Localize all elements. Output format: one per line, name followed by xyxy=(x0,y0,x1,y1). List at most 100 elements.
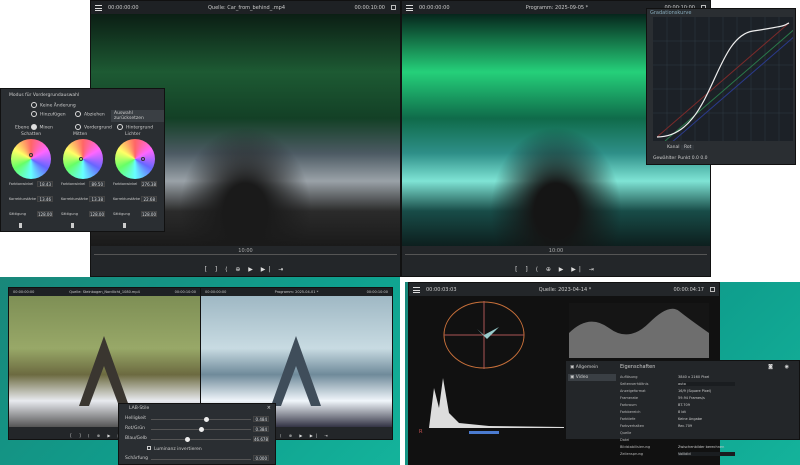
monitor-title: Quelle: 2023-04-14 * xyxy=(538,286,592,293)
wheel-handle[interactable] xyxy=(141,157,145,161)
channel-select[interactable]: Rot xyxy=(680,145,695,150)
source-monitor-header: 00:00:00:00 Quelle: Car_from_behind_.mp4… xyxy=(91,1,400,14)
strength-value[interactable]: 22.68 xyxy=(141,196,157,202)
histogram xyxy=(429,378,564,428)
color-wheel[interactable] xyxy=(115,139,155,179)
hue-value[interactable]: 276.38 xyxy=(141,181,157,187)
radio-add[interactable] xyxy=(31,111,37,117)
timecode-start: 00:00:00:00 xyxy=(108,4,139,11)
slider-value[interactable]: 46.678 xyxy=(253,436,269,442)
property-name: Farbraum xyxy=(620,402,637,407)
option-label: Hinzufügen xyxy=(40,112,66,118)
radio-no-change[interactable] xyxy=(31,102,37,108)
close-icon[interactable]: × xyxy=(267,405,271,411)
strength-value[interactable]: 13.46 xyxy=(37,196,53,202)
invert-checkbox[interactable] xyxy=(147,446,151,450)
color-wheels-panel: Modus für Vordergrundauswahl Keine Änder… xyxy=(0,88,165,232)
saturation-slider-handle[interactable] xyxy=(19,223,22,228)
hue-label: Farbtonwinkel xyxy=(9,182,34,186)
radio-foreground[interactable] xyxy=(75,124,81,130)
reset-selection-button[interactable]: Auswahl zurücksetzen xyxy=(111,110,164,122)
property-row: Farbraum BT.709 xyxy=(620,401,735,408)
wheel-handle[interactable] xyxy=(29,153,33,157)
checkbox-label: Luminanz invertieren xyxy=(154,447,202,452)
point-label: Gewählter Punkt xyxy=(653,156,691,161)
slider-value[interactable]: 0.484 xyxy=(253,416,269,422)
property-name: Farbverhalten xyxy=(620,423,645,428)
property-name: Bildstabilisierung xyxy=(620,444,651,449)
sharpen-slider[interactable] xyxy=(151,459,251,460)
strength-label: Korrekturstärke xyxy=(61,197,89,201)
timecode-end: 00:00:10:00 xyxy=(174,290,196,294)
saturation-value[interactable]: 128.00 xyxy=(37,211,53,217)
camera-icon[interactable]: ◙ xyxy=(768,364,773,370)
property-value: 16/9 (Square Pixel) xyxy=(678,388,712,393)
hue-label: Farbtonwinkel xyxy=(61,182,86,186)
point-y-input[interactable]: 0.0 xyxy=(700,156,707,161)
radio-mix[interactable] xyxy=(30,124,37,130)
maximize-icon[interactable] xyxy=(391,5,396,10)
maximize-icon[interactable] xyxy=(710,287,715,292)
monitor-title: Programm: 2025-09-05 * xyxy=(525,4,589,11)
strength-value[interactable]: 13.38 xyxy=(89,196,105,202)
range-option: Mixen xyxy=(39,125,53,131)
eye-icon[interactable]: ◉ xyxy=(785,364,789,370)
property-value[interactable]: auto xyxy=(678,381,735,386)
color-wheel[interactable] xyxy=(63,139,103,179)
scope-label: R xyxy=(419,429,423,435)
property-value[interactable]: Zwischenbilder berechnen xyxy=(678,445,724,449)
tab-general[interactable]: ▣ Allgemein xyxy=(570,365,616,370)
wheel-title: Schatten xyxy=(21,132,42,137)
monitor-title: Programm: 2025-04-01 * xyxy=(274,290,319,294)
property-row: Farbbereich 8 bit xyxy=(620,408,735,415)
lab-slider[interactable] xyxy=(151,437,251,442)
saturation-value[interactable]: 128.00 xyxy=(141,211,157,217)
property-value: Keine Angabe xyxy=(678,416,703,421)
slider-handle[interactable] xyxy=(204,417,209,422)
timeline-ruler[interactable]: 10:00 xyxy=(94,248,397,255)
lab-slider[interactable] xyxy=(151,417,251,422)
saturation-slider-handle[interactable] xyxy=(123,223,126,228)
timeline-ruler[interactable]: 10:00 xyxy=(405,248,707,255)
mode-title: Modus für Vordergrundauswahl xyxy=(9,93,80,98)
wheel-handle[interactable] xyxy=(79,157,83,161)
color-wheel[interactable] xyxy=(11,139,51,179)
slider-handle[interactable] xyxy=(199,427,204,432)
property-value[interactable]: Vollbild xyxy=(678,451,735,456)
point-x-input[interactable]: 0.0 xyxy=(692,156,699,161)
hue-value[interactable]: 18.43 xyxy=(37,181,53,187)
timecode-end: 00:00:10:00 xyxy=(366,290,388,294)
saturation-value[interactable]: 128.00 xyxy=(89,211,105,217)
lab-dialog: LAB-Stile × Helligkeit 0.484 Rot/Grün 0.3… xyxy=(118,403,276,465)
properties-panel: ▣ Allgemein ▣ Video Eigenschaften ◙ ◉ Au… xyxy=(565,360,800,456)
menu-icon[interactable] xyxy=(413,286,420,293)
timecode-start: 00:00:03:03 xyxy=(426,286,457,293)
slider-value[interactable]: 0.000 xyxy=(253,455,269,461)
curve-graph[interactable] xyxy=(653,17,793,141)
tab-video[interactable]: ▣ Video xyxy=(568,374,616,381)
slider-value[interactable]: 0.384 xyxy=(253,426,269,432)
transport-controls[interactable]: [ ] ⟨ ⊕ ▶ ▶| ⇥ xyxy=(402,266,710,273)
menu-icon[interactable] xyxy=(406,4,413,11)
strength-label: Korrekturstärke xyxy=(9,197,37,201)
wheel-title: Mitten xyxy=(73,132,88,137)
saturation-slider-handle[interactable] xyxy=(71,223,74,228)
tab-label: Video xyxy=(575,375,589,380)
property-row: Auflösung 3840 x 2160 Pixel xyxy=(620,373,735,380)
saturation-label: Sättigung xyxy=(9,212,26,216)
panel-title: Gradationskurve xyxy=(650,10,692,16)
slider-label: Helligkeit xyxy=(125,416,146,421)
property-value: BT.709 xyxy=(678,402,690,407)
radio-subtract[interactable] xyxy=(75,111,81,117)
property-value: 3840 x 2160 Pixel xyxy=(678,374,710,379)
radio-background[interactable] xyxy=(117,124,123,130)
hue-value[interactable]: 89.50 xyxy=(89,181,105,187)
menu-icon[interactable] xyxy=(95,4,102,11)
histogram-range[interactable] xyxy=(469,431,499,434)
timecode-end: 00:00:04:17 xyxy=(673,286,704,293)
transport-controls[interactable]: [ ] ⟨ ⊕ ▶ ▶| ⇥ xyxy=(91,266,400,273)
timecode-start: 00:00:00:00 xyxy=(13,290,35,294)
slider-handle[interactable] xyxy=(185,437,190,442)
lab-slider[interactable] xyxy=(151,427,251,432)
property-value: Rec.709 xyxy=(678,423,693,428)
